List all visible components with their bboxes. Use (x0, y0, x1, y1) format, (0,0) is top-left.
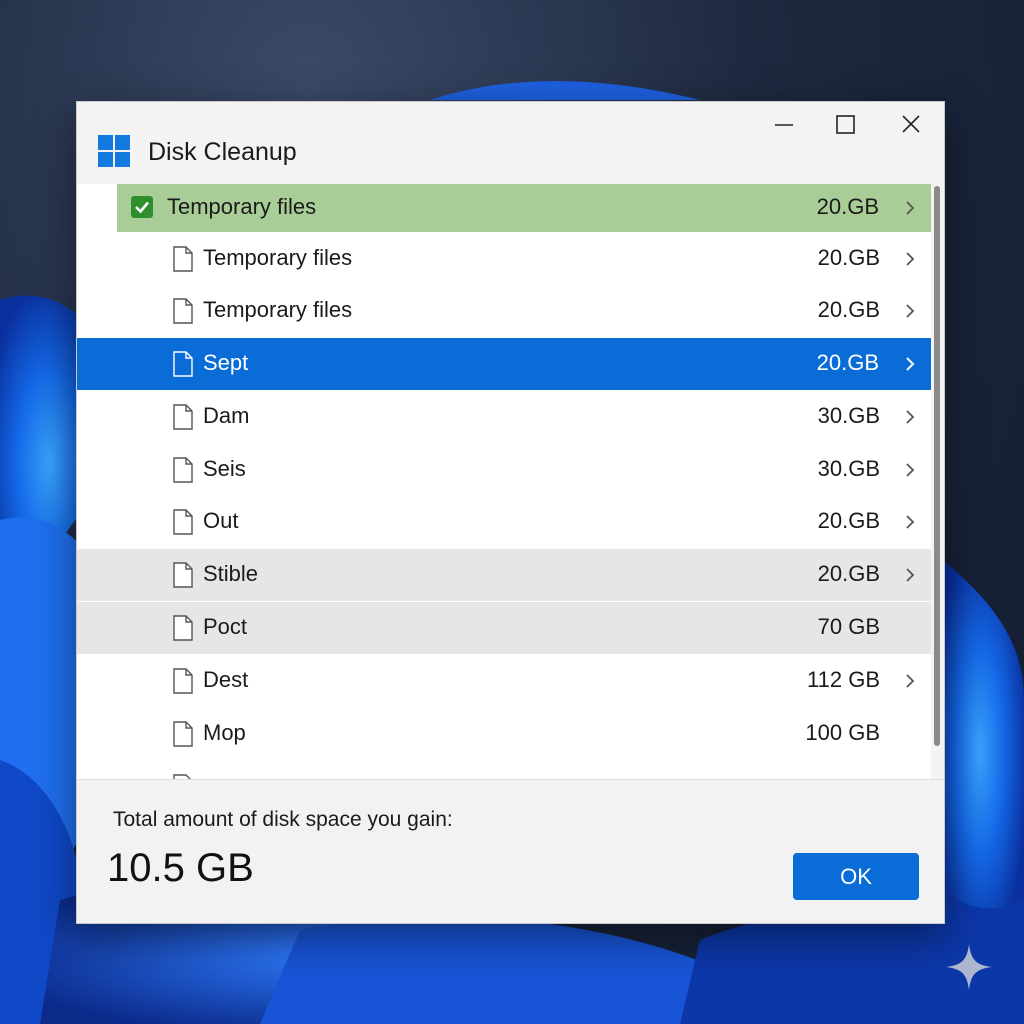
list-item[interactable]: Poct 70 GB (77, 602, 932, 654)
close-icon (902, 115, 920, 133)
chevron-right-icon[interactable] (903, 511, 917, 533)
list-item[interactable]: Temporary files 20.GB (77, 233, 932, 285)
file-icon (173, 351, 193, 377)
disk-cleanup-dialog: Disk Cleanup Temporary files 20.GB Tempo… (76, 101, 945, 924)
ok-button[interactable]: OK (793, 853, 919, 900)
space-gain-total: 10.5 GB (107, 846, 254, 890)
item-name: Out (203, 508, 239, 533)
file-icon (173, 246, 193, 272)
item-size: 30.GB (817, 456, 880, 481)
item-size: 70 GB (817, 614, 880, 639)
item-size: 20.GB (817, 297, 880, 322)
file-icon (173, 668, 193, 694)
item-name: Temporary files (167, 194, 317, 219)
close-button[interactable] (887, 108, 933, 148)
file-icon (173, 721, 193, 747)
chevron-right-icon[interactable] (903, 197, 917, 219)
checkbox-checked[interactable] (131, 196, 153, 218)
item-name: Poct (203, 614, 248, 639)
cleanup-file-list[interactable]: Temporary files 20.GB Temporary files 20… (77, 184, 944, 779)
item-size: 112 GB (807, 667, 880, 692)
file-icon (173, 457, 193, 483)
item-size: 20.GB (816, 194, 879, 219)
chevron-right-icon[interactable] (903, 459, 917, 481)
item-size: 20.GB (816, 350, 879, 375)
item-name: Dam (203, 403, 250, 428)
title-bar[interactable]: Disk Cleanup (77, 102, 944, 184)
list-item[interactable]: Seis 30.GB (77, 444, 932, 496)
chevron-right-icon[interactable] (903, 670, 917, 692)
item-name: Dest (203, 667, 249, 692)
chevron-right-icon[interactable] (903, 300, 917, 322)
item-size: 20.GB (817, 561, 880, 586)
summary-footer: Total amount of disk space you gain: 10.… (77, 779, 944, 923)
item-size: 100 GB (805, 720, 880, 745)
list-item[interactable]: Temporary files 20.GB (117, 184, 943, 232)
minimize-button[interactable] (761, 108, 807, 148)
file-icon (173, 509, 193, 535)
file-icon (173, 562, 193, 588)
file-icon (173, 298, 193, 324)
file-icon (173, 404, 193, 430)
file-icon (173, 615, 193, 641)
chevron-right-icon[interactable] (903, 406, 917, 428)
minimize-icon (775, 124, 793, 126)
item-name: Seis (203, 456, 246, 481)
item-size: 20.GB (817, 245, 880, 270)
space-gain-label: Total amount of disk space you gain: (113, 808, 453, 831)
window-title: Disk Cleanup (148, 138, 297, 166)
item-name: Stible (203, 561, 259, 586)
windows-logo-icon (98, 135, 130, 167)
list-item[interactable]: Dam 30.GB (77, 391, 932, 443)
vertical-scrollbar[interactable] (931, 184, 944, 779)
checkmark-icon (135, 201, 149, 214)
list-item-partial[interactable] (77, 761, 932, 779)
chevron-right-icon[interactable] (903, 248, 917, 270)
item-name: Temporary files (203, 245, 353, 270)
maximize-button[interactable] (823, 108, 869, 148)
chevron-right-icon[interactable] (903, 564, 917, 586)
list-item-selected[interactable]: Sept 20.GB (77, 338, 931, 390)
item-name: Sept (203, 350, 249, 375)
item-name: Temporary files (203, 297, 353, 322)
item-size: 30.GB (817, 403, 880, 428)
list-item[interactable]: Temporary files 20.GB (77, 285, 932, 337)
list-item[interactable]: Out 20.GB (77, 496, 932, 548)
chevron-right-icon[interactable] (903, 353, 917, 375)
maximize-icon (836, 115, 855, 134)
sparkle-icon (946, 944, 992, 990)
list-item[interactable]: Mop 100 GB (77, 708, 932, 760)
scrollbar-thumb[interactable] (934, 186, 940, 746)
item-name: Mop (203, 720, 246, 745)
item-size: 20.GB (817, 508, 880, 533)
list-item[interactable]: Stible 20.GB (77, 549, 932, 601)
list-item[interactable]: Dest 112 GB (77, 655, 932, 707)
